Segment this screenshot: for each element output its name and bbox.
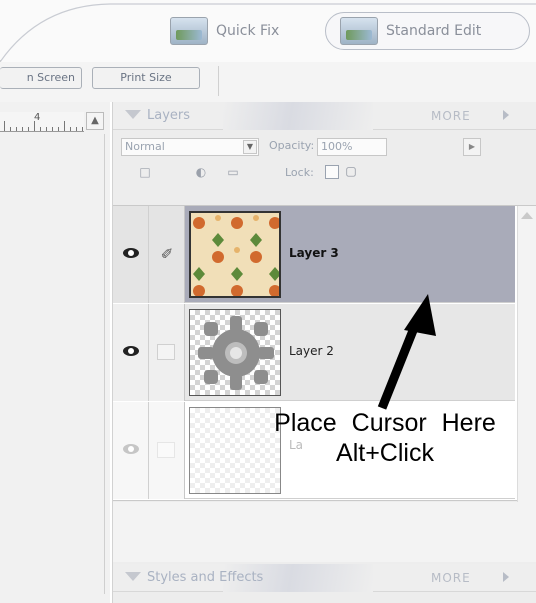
layer-thumbnail [189,211,281,298]
ruler-tick [82,127,83,131]
link-cell[interactable] [149,304,185,401]
quick-fix-button[interactable]: Quick Fix [170,12,279,50]
layer-tools-row: □ ◐ ▭ Lock: ▢ [113,160,536,186]
mode-bar: Quick Fix Standard Edit [0,0,536,62]
layers-more-button[interactable]: MORE [431,109,471,123]
scroll-up-arrow-icon[interactable] [521,212,533,219]
new-layer-icon[interactable]: □ [137,165,153,179]
lock-icon[interactable]: ▢ [345,164,357,179]
eye-icon[interactable] [123,444,139,454]
annotation-arrow [377,294,436,410]
link-box[interactable] [157,442,175,458]
layers-panel-title: Layers [147,108,191,123]
collapse-triangle-icon[interactable] [125,110,141,119]
ruler-tick [28,127,29,131]
lock-transparency-checkbox[interactable] [325,165,339,179]
styles-more-button[interactable]: MORE [431,571,471,585]
standard-edit-icon [340,17,378,45]
layer-row-layer-2[interactable]: Layer 2 [113,304,515,401]
blend-mode-select[interactable]: Normal ▼ [121,138,259,156]
annotation-line-1: Place Cursor Here [274,409,496,437]
ruler: 4 [0,112,84,132]
ruler-tick [34,121,35,131]
chevron-down-icon[interactable]: ▼ [243,140,257,154]
layer-name[interactable]: Layer 3 [289,246,339,260]
opacity-slider-arrow-icon[interactable]: ▶ [463,138,481,156]
palette-bin: Layers MORE Normal ▼ Opacity: 100% ▶ □ ◐… [112,102,536,603]
link-box[interactable] [157,344,175,360]
opacity-input[interactable]: 100% [317,138,387,156]
ruler-tick [46,127,47,131]
opacity-label: Opacity: [269,139,315,152]
visibility-cell[interactable] [113,206,149,303]
delete-layer-icon[interactable]: ▭ [225,165,241,179]
lock-label: Lock: [285,166,314,179]
ruler-tick [16,127,17,131]
scroll-up-arrow[interactable]: ▲ [86,112,104,130]
ruler-tick [22,127,23,131]
annotation-line-2: Alt+Click [336,439,434,467]
adjustment-layer-icon[interactable]: ◐ [193,165,209,179]
more-arrow-icon[interactable] [503,110,509,120]
pattern-thumbnail [191,213,279,296]
fit-screen-button[interactable]: n Screen [0,67,82,89]
ruler-tick [76,127,77,131]
gear-shape-thumbnail [198,316,274,390]
layers-empty-area [113,502,536,562]
link-cell[interactable]: ✐ [149,206,185,303]
header-gradient [223,102,373,130]
ruler-tick [58,127,59,131]
canvas-scrollbar[interactable] [104,134,105,594]
more-arrow-icon[interactable] [503,572,509,582]
brush-icon: ✐ [160,245,174,263]
ruler-tick [40,127,41,131]
eye-icon[interactable] [123,248,139,258]
eye-icon[interactable] [123,346,139,356]
ruler-tick [70,127,71,131]
zoom-bar-divider [218,66,219,96]
ruler-tick [4,121,5,131]
ruler-tick [52,127,53,131]
layer-options-row: Normal ▼ Opacity: 100% ▶ [113,130,536,160]
annotation-text: Place Cursor Here Alt+Click [240,408,530,468]
standard-edit-button[interactable]: Standard Edit [325,12,530,50]
canvas-area: 4 ▲ [0,102,110,603]
layers-panel-header[interactable]: Layers MORE [113,102,536,130]
link-cell[interactable] [149,402,185,499]
collapse-triangle-icon[interactable] [125,572,141,581]
quick-fix-icon [170,17,208,45]
layer-row-layer-3[interactable]: ✐ Layer 3 [113,206,515,303]
quick-fix-label: Quick Fix [216,23,280,39]
zoom-bar: n Screen Print Size [0,62,536,102]
visibility-cell[interactable] [113,304,149,401]
visibility-cell[interactable] [113,402,149,499]
layer-thumbnail [189,309,281,396]
ruler-tick [64,121,65,131]
styles-panel-header[interactable]: Styles and Effects MORE [113,564,536,592]
print-size-button[interactable]: Print Size [92,67,200,89]
blend-mode-value: Normal [125,140,165,153]
layer-name[interactable]: Layer 2 [289,344,334,358]
styles-panel-title: Styles and Effects [147,570,264,585]
ruler-tick [10,127,11,131]
standard-edit-label: Standard Edit [386,23,482,39]
